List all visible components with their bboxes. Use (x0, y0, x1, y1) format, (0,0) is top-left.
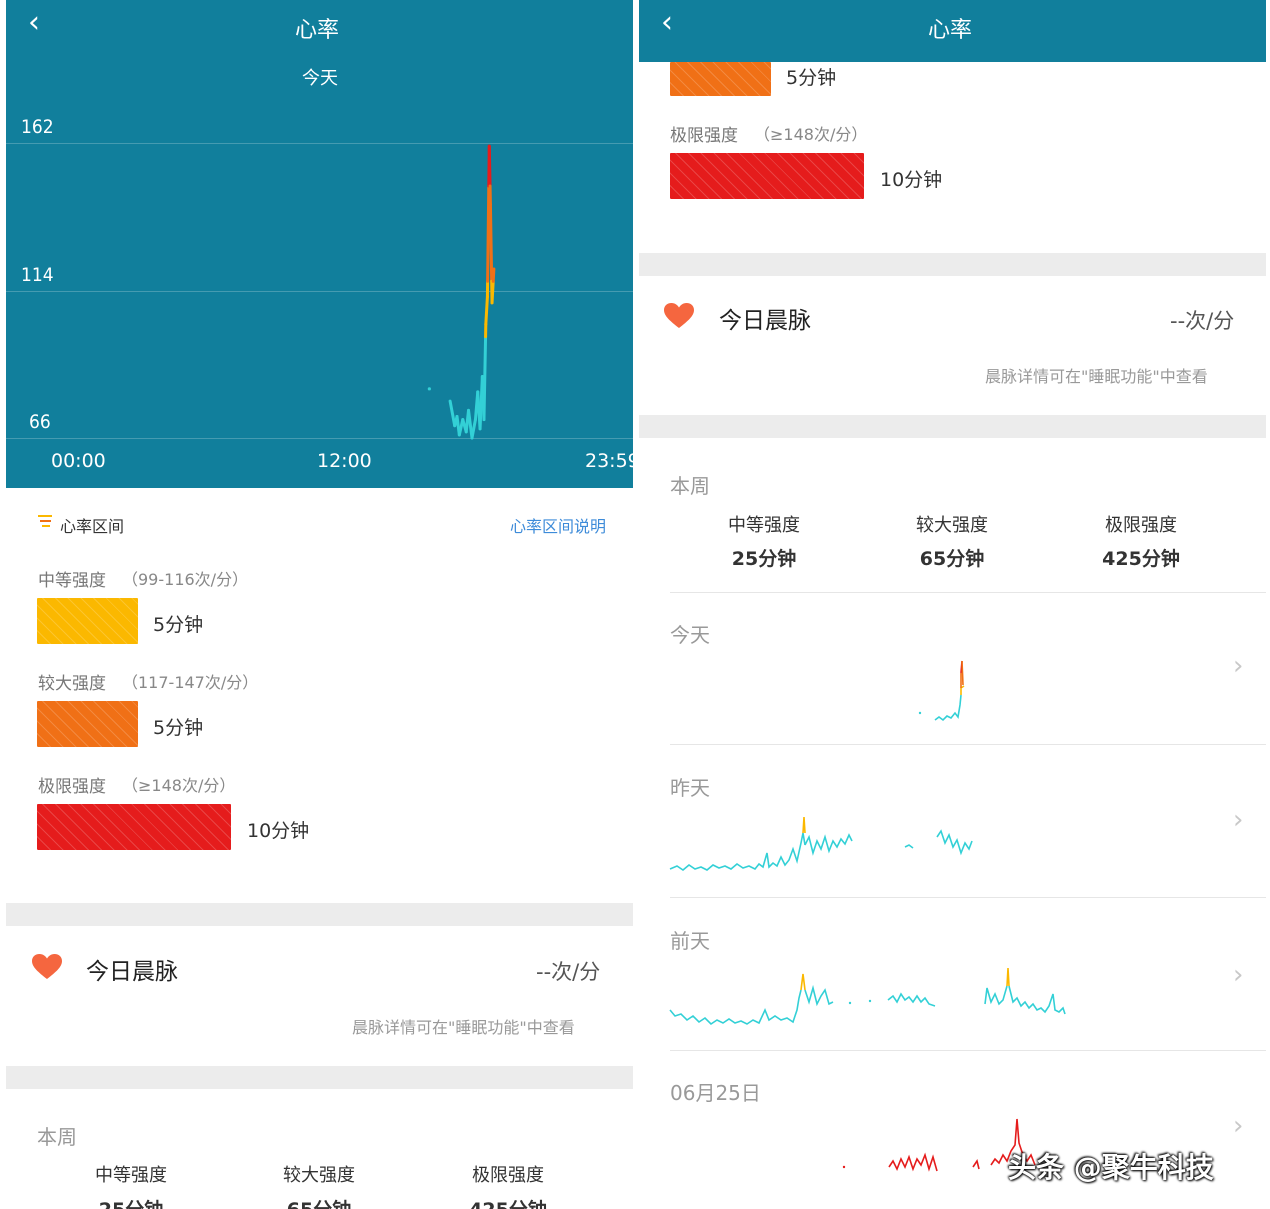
day-sparkline (669, 816, 973, 871)
zone-duration: 10分钟 (880, 169, 943, 191)
back-button[interactable]: ‹ (661, 8, 673, 38)
chevron-left-icon: ‹ (661, 5, 673, 40)
zone-label: 较大强度 (38, 674, 106, 694)
zone-duration: 5分钟 (153, 614, 204, 636)
week-value: 25分钟 (731, 548, 797, 570)
zone-bar-peak (37, 804, 231, 850)
zone-range: （117-147次/分） (122, 673, 259, 692)
page-title: 心率 (928, 18, 973, 43)
section-divider (639, 415, 1266, 438)
section-divider (639, 253, 1266, 276)
zone-duration: 5分钟 (153, 717, 204, 739)
week-label: 极限强度 (1105, 515, 1177, 536)
heart-rate-chart (427, 144, 496, 440)
heart-rate-line-segment (484, 295, 489, 326)
heart-rate-point (427, 387, 431, 391)
week-label: 极限强度 (472, 1165, 544, 1186)
section-divider (6, 1066, 633, 1089)
week-title: 本周 (670, 474, 710, 498)
zone-label: 极限强度 (38, 777, 106, 797)
heart-rate-line-segment (487, 144, 492, 188)
left-screen: ‹ 心率 今天 162 114 66 00:00 12:00 23:59 心率区… (6, 0, 633, 1209)
zone-range: （99-116次/分） (122, 570, 249, 589)
watermark: 头条 @聚牛科技 (1008, 1151, 1214, 1184)
heart-rate-line-segment (470, 418, 477, 440)
week-value: 65分钟 (229, 1195, 409, 1209)
heart-rate-line-segment (490, 279, 495, 305)
week-value: 25分钟 (41, 1195, 221, 1209)
zones-help-link[interactable]: 心率区间说明 (510, 513, 606, 537)
right-screen: ‹ 心率 5分钟 极限强度 （≥148次/分） 10分钟 今日晨脉 --次/分 … (639, 0, 1266, 1209)
zone-range: （≥148次/分） (122, 776, 236, 795)
heart-rate-line-segment (488, 202, 494, 283)
week-label: 中等强度 (95, 1165, 167, 1186)
zone-range: （≥148次/分） (754, 125, 868, 144)
day-row-day-before[interactable]: 前天 › (639, 898, 1266, 1050)
morning-pulse-value: --次/分 (1170, 309, 1235, 333)
morning-pulse-note: 晨脉详情可在"睡眠功能"中查看 (985, 367, 1208, 386)
morning-pulse-title: 今日晨脉 (719, 308, 811, 334)
heart-icon (32, 954, 62, 979)
day-sparkline (918, 660, 965, 722)
zone-label: 极限强度 (670, 126, 738, 146)
zone-bar-peak (670, 153, 864, 199)
heart-rate-line-segment (491, 267, 496, 283)
week-title: 本周 (37, 1125, 77, 1149)
week-value: 425分钟 (418, 1195, 598, 1209)
zone-bar-moderate (37, 598, 138, 644)
morning-pulse-title: 今日晨脉 (86, 959, 178, 985)
heart-icon (664, 303, 694, 328)
section-divider (6, 903, 633, 926)
bars-icon (38, 514, 52, 528)
heart-rate-line-segment (448, 399, 457, 428)
morning-pulse-value: --次/分 (536, 960, 601, 984)
week-label: 较大强度 (916, 515, 988, 536)
zones-title: 心率区间 (60, 517, 125, 536)
zone-duration: 10分钟 (247, 820, 310, 842)
heart-rate-line-segment (482, 335, 488, 422)
week-label: 中等强度 (728, 515, 800, 536)
morning-pulse-note: 晨脉详情可在"睡眠功能"中查看 (352, 1018, 575, 1037)
week-value: 65分钟 (919, 548, 985, 570)
week-label: 较大强度 (283, 1165, 355, 1186)
zone-bar-vigorous (37, 701, 138, 747)
heart-rate-line-segment (486, 184, 491, 283)
week-value: 425分钟 (1102, 548, 1180, 570)
day-sparkline (669, 967, 1066, 1026)
zone-bar-vigorous (670, 62, 771, 96)
day-row-today[interactable]: 今天 › (639, 593, 1266, 744)
zone-label: 中等强度 (38, 571, 106, 591)
zone-duration: 5分钟 (786, 67, 837, 89)
day-row-yesterday[interactable]: 昨天 › (639, 745, 1266, 897)
